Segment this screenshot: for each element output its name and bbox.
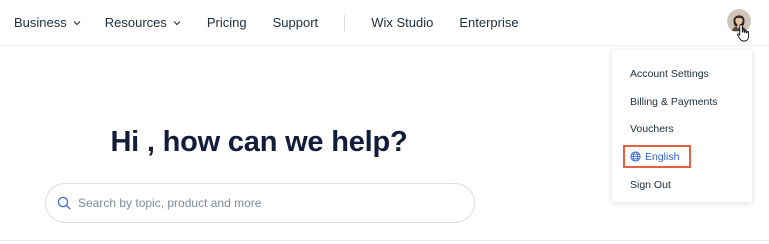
nav-enterprise[interactable]: Enterprise (459, 14, 518, 32)
nav-business[interactable]: Business (14, 14, 82, 32)
menu-item-language[interactable]: English (623, 145, 691, 168)
hand-pointer-icon (737, 24, 749, 42)
help-center-page: Business Resources Pricing Support Wix S… (0, 0, 769, 244)
nav-wix-studio-label: Wix Studio (371, 15, 434, 30)
search-input[interactable] (78, 196, 438, 210)
menu-item-label: Vouchers (630, 123, 674, 135)
menu-item-sign-out[interactable]: Sign Out (630, 178, 671, 192)
menu-item-label: Sign Out (630, 179, 671, 191)
nav-resources-label: Resources (104, 15, 167, 30)
globe-icon (630, 151, 641, 162)
menu-item-label: Account Settings (630, 68, 709, 80)
menu-item-billing-payments[interactable]: Billing & Payments (630, 95, 718, 109)
chevron-down-icon (173, 21, 181, 26)
top-navigation-bar: Business Resources Pricing Support Wix S… (0, 0, 769, 46)
account-dropdown-menu: Account Settings Billing & Payments Vouc… (612, 50, 752, 202)
section-divider (0, 240, 769, 241)
nav-pricing[interactable]: Pricing (207, 14, 247, 32)
menu-item-label: Billing & Payments (630, 96, 718, 108)
menu-item-language-label: English (645, 150, 680, 163)
nav-support[interactable]: Support (273, 14, 319, 32)
search-icon (57, 196, 71, 210)
main-nav: Business Resources Pricing Support Wix S… (14, 14, 519, 32)
search-bar[interactable] (45, 183, 475, 223)
chevron-down-icon (73, 21, 81, 26)
nav-divider (344, 15, 346, 31)
nav-wix-studio[interactable]: Wix Studio (371, 14, 433, 32)
nav-support-label: Support (272, 15, 319, 30)
page-title: Hi , how can we help? (110, 126, 408, 158)
nav-resources[interactable]: Resources (105, 14, 182, 32)
menu-item-vouchers[interactable]: Vouchers (630, 122, 674, 136)
nav-pricing-label: Pricing (206, 15, 247, 30)
nav-enterprise-label: Enterprise (459, 15, 519, 30)
menu-item-account-settings[interactable]: Account Settings (630, 67, 709, 81)
nav-business-label: Business (14, 15, 67, 30)
account-avatar-button[interactable] (725, 9, 753, 42)
